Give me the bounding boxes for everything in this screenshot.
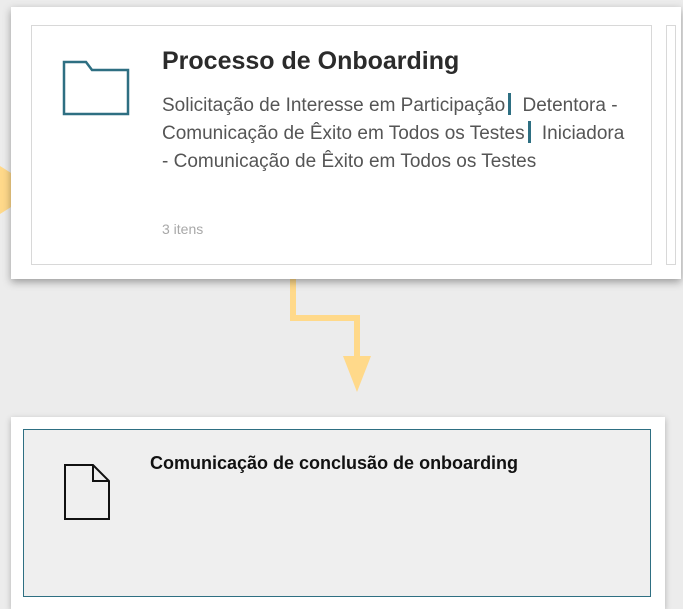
folder-item[interactable]: Solicitação de Interesse em Participação xyxy=(162,95,505,116)
folder-item-list: Solicitação de Interesse em Participação… xyxy=(162,92,632,176)
document-title[interactable]: Comunicação de conclusão de onboarding xyxy=(150,453,518,474)
item-count: 3 itens xyxy=(162,221,204,237)
item-separator xyxy=(527,121,531,143)
document-icon xyxy=(64,464,110,520)
folder-title[interactable]: Processo de Onboarding xyxy=(162,47,459,76)
folder-icon xyxy=(62,60,130,116)
scrollbar[interactable] xyxy=(651,25,667,265)
item-separator xyxy=(508,93,512,115)
